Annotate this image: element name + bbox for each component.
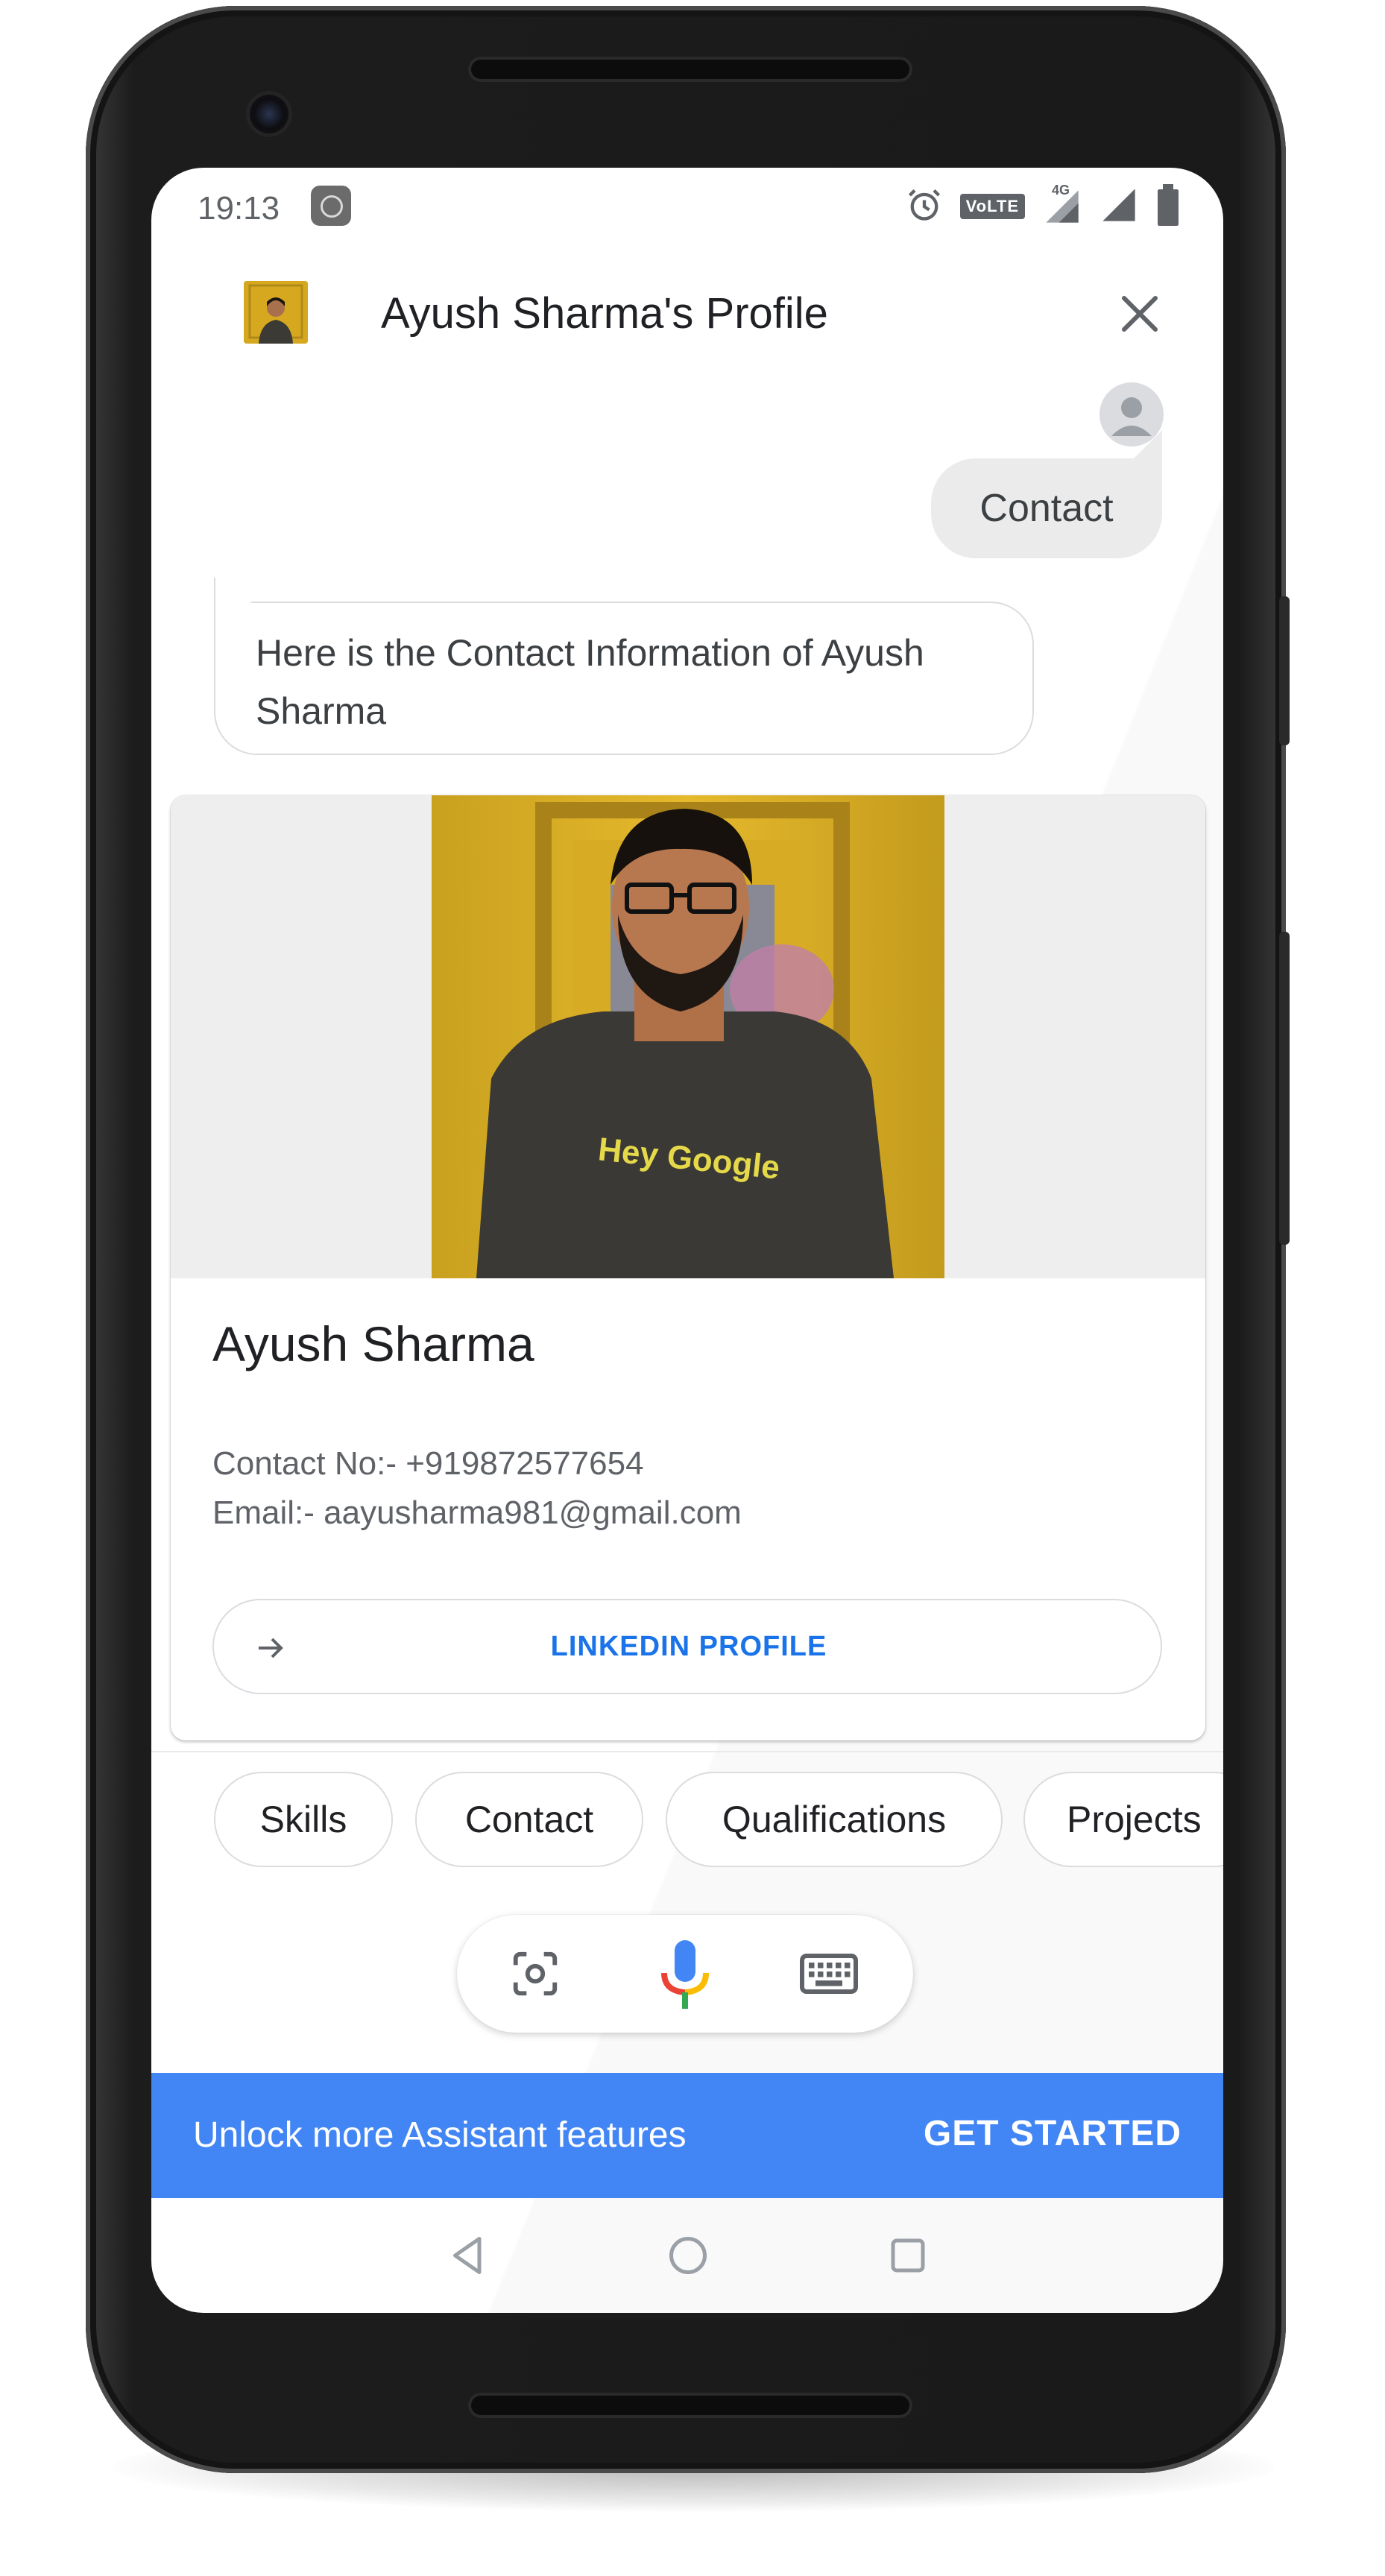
get-started-button[interactable]: GET STARTED [924,2113,1181,2154]
status-icons: VoLTE 4G [905,183,1181,230]
signal-icon [1100,186,1138,228]
linkedin-profile-label: LINKEDIN PROFILE [550,1630,827,1662]
assistant-message-bubble: Here is the Contact Information of Ayush… [214,602,1034,755]
card-name: Ayush Sharma [212,1316,534,1371]
divider [151,1751,1223,1752]
linkedin-profile-button[interactable]: LINKEDIN PROFILE [212,1599,1162,1694]
signal-4g-icon: 4G [1041,183,1083,226]
volte-icon: VoLTE [959,194,1025,219]
volume-button [1279,932,1290,1245]
mic-icon[interactable] [657,1937,713,2012]
profile-avatar [244,281,308,344]
home-icon[interactable] [632,2200,744,2311]
assistant-banner: Unlock more Assistant features GET START… [151,2073,1223,2198]
email-address: Email:- aayusharma981@gmail.com [212,1494,742,1531]
contact-card: Hey Google Ayush Sharma Contact No:- +91… [171,795,1205,1740]
phone-screen: 19:13 VoLTE 4G Ayush Sharma's Profile Co… [151,168,1223,2313]
user-avatar-icon [1100,382,1164,446]
page-title: Ayush Sharma's Profile [381,289,828,338]
battery-icon [1155,183,1181,230]
close-icon[interactable] [1113,287,1167,341]
lens-icon[interactable] [509,1948,561,2000]
chip-qualifications[interactable]: Qualifications [666,1772,1003,1867]
profile-photo: Hey Google [432,795,944,1278]
recents-icon[interactable] [852,2200,964,2311]
user-message-bubble: Contact [931,458,1162,558]
assistant-input-bar [457,1915,913,2033]
chip-contact[interactable]: Contact [415,1772,643,1867]
power-button [1279,596,1290,745]
contact-number: Contact No:- +919872577654 [212,1445,644,1482]
keyboard-icon[interactable] [800,1949,858,1998]
alarm-icon [905,186,944,228]
notification-app-icon [311,186,351,226]
earpiece-speaker [468,57,912,82]
status-time: 19:13 [198,190,280,227]
chip-projects[interactable]: Projects [1023,1772,1223,1867]
bottom-speaker [468,2393,912,2418]
back-icon[interactable] [412,2200,524,2311]
banner-text: Unlock more Assistant features [193,2115,687,2155]
chip-skills[interactable]: Skills [214,1772,393,1867]
front-camera [246,91,292,137]
